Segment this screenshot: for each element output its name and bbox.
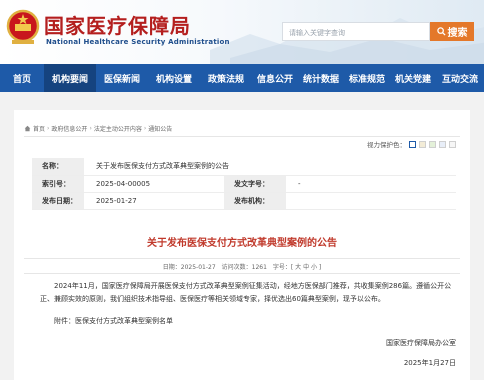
site-header: 国家医疗保障局 National Healthcare Security Adm…	[0, 0, 484, 64]
breadcrumb-separator: ›	[89, 125, 92, 132]
vision-swatch-beige[interactable]	[419, 140, 426, 148]
article-date: 日期：2025-01-27	[162, 263, 216, 271]
national-emblem-icon	[6, 9, 40, 44]
nav-item-statistics[interactable]: 统计数据	[298, 64, 344, 92]
vision-label: 视力保护色：	[367, 141, 406, 149]
content-card: 首页 › 政府信息公开 › 法定主动公开内容 › 通知公告 视力保护色： 名称：…	[14, 110, 470, 380]
meta-index-label: 索引号：	[32, 175, 84, 193]
meta-name-value: 关于发布医保支付方式改革典型案例的公告	[84, 158, 456, 176]
meta-org-value	[286, 192, 456, 210]
meta-date-value: 2025-01-27	[84, 192, 224, 210]
vision-swatch-gray[interactable]	[449, 140, 456, 148]
vision-swatch-blue[interactable]	[439, 140, 446, 148]
vision-protection-colors: 视力保护色：	[367, 139, 456, 149]
article-title: 关于发布医保支付方式改革典型案例的公告	[147, 238, 337, 249]
breadcrumb-divider	[24, 136, 460, 137]
breadcrumb-notices[interactable]: 通知公告	[148, 124, 172, 133]
article-views: 访问次数：1261	[221, 263, 267, 271]
meta-index-value: 2025-04-00005	[84, 175, 224, 193]
nav-item-agency-news[interactable]: 机构要闻	[44, 64, 96, 92]
nav-item-party[interactable]: 机关党建	[390, 64, 436, 92]
nav-item-organization[interactable]: 机构设置	[148, 64, 200, 92]
nav-item-insurance-news[interactable]: 医保新闻	[96, 64, 148, 92]
home-icon	[24, 125, 31, 132]
breadcrumb-home[interactable]: 首页	[33, 124, 45, 133]
meta-date-label: 发布日期：	[32, 192, 84, 210]
nav-item-disclosure[interactable]: 信息公开	[252, 64, 298, 92]
breadcrumb-statutory[interactable]: 法定主动公开内容	[94, 124, 142, 133]
vision-swatch-green[interactable]	[429, 140, 436, 148]
meta-docno-value: -	[286, 175, 456, 193]
article-info-row: 日期：2025-01-27 访问次数：1261 字号：[ 大 中 小 ]	[24, 258, 460, 274]
font-size-switcher[interactable]: 字号：[ 大 中 小 ]	[273, 262, 321, 271]
breadcrumb: 首页 › 政府信息公开 › 法定主动公开内容 › 通知公告	[24, 124, 172, 133]
search-icon	[436, 27, 446, 36]
meta-docno-label: 发文字号：	[224, 175, 286, 193]
nav-item-home[interactable]: 首页	[0, 64, 44, 92]
article-body: 2024年11月，国家医疗保障局开展医保支付方式改革典型案例征集活动，经地方医保…	[40, 282, 452, 303]
nav-item-policies[interactable]: 政策法规	[200, 64, 252, 92]
site-title[interactable]: 国家医疗保障局	[44, 10, 191, 39]
search-button-label: 搜索	[447, 28, 468, 39]
search-input[interactable]: 请输入关键字查询	[282, 22, 430, 41]
breadcrumb-separator: ›	[143, 125, 147, 132]
breadcrumb-disclosure[interactable]: 政府信息公开	[51, 124, 87, 133]
nav-item-interaction[interactable]: 互动交流	[436, 64, 484, 92]
document-meta-table: 名称： 关于发布医保支付方式改革典型案例的公告 索引号： 2025-04-000…	[32, 158, 456, 210]
signature-org: 国家医疗保障局办公室	[386, 339, 456, 347]
attachment-link[interactable]: 附件：医保支付方式改革典型案例名单	[54, 316, 173, 326]
meta-name-label: 名称：	[32, 158, 84, 176]
site-subtitle: National Healthcare Security Administrat…	[46, 38, 230, 46]
vision-swatch-white[interactable]	[409, 140, 416, 148]
breadcrumb-separator: ›	[47, 125, 50, 132]
signature-date: 2025年1月27日	[403, 359, 456, 367]
main-nav: 首页 机构要闻 医保新闻 机构设置 政策法规 信息公开 统计数据 标准规范 机关…	[0, 64, 484, 92]
search-button[interactable]: 搜索	[430, 22, 474, 41]
meta-org-label: 发布机构：	[224, 192, 286, 210]
nav-item-standards[interactable]: 标准规范	[344, 64, 390, 92]
